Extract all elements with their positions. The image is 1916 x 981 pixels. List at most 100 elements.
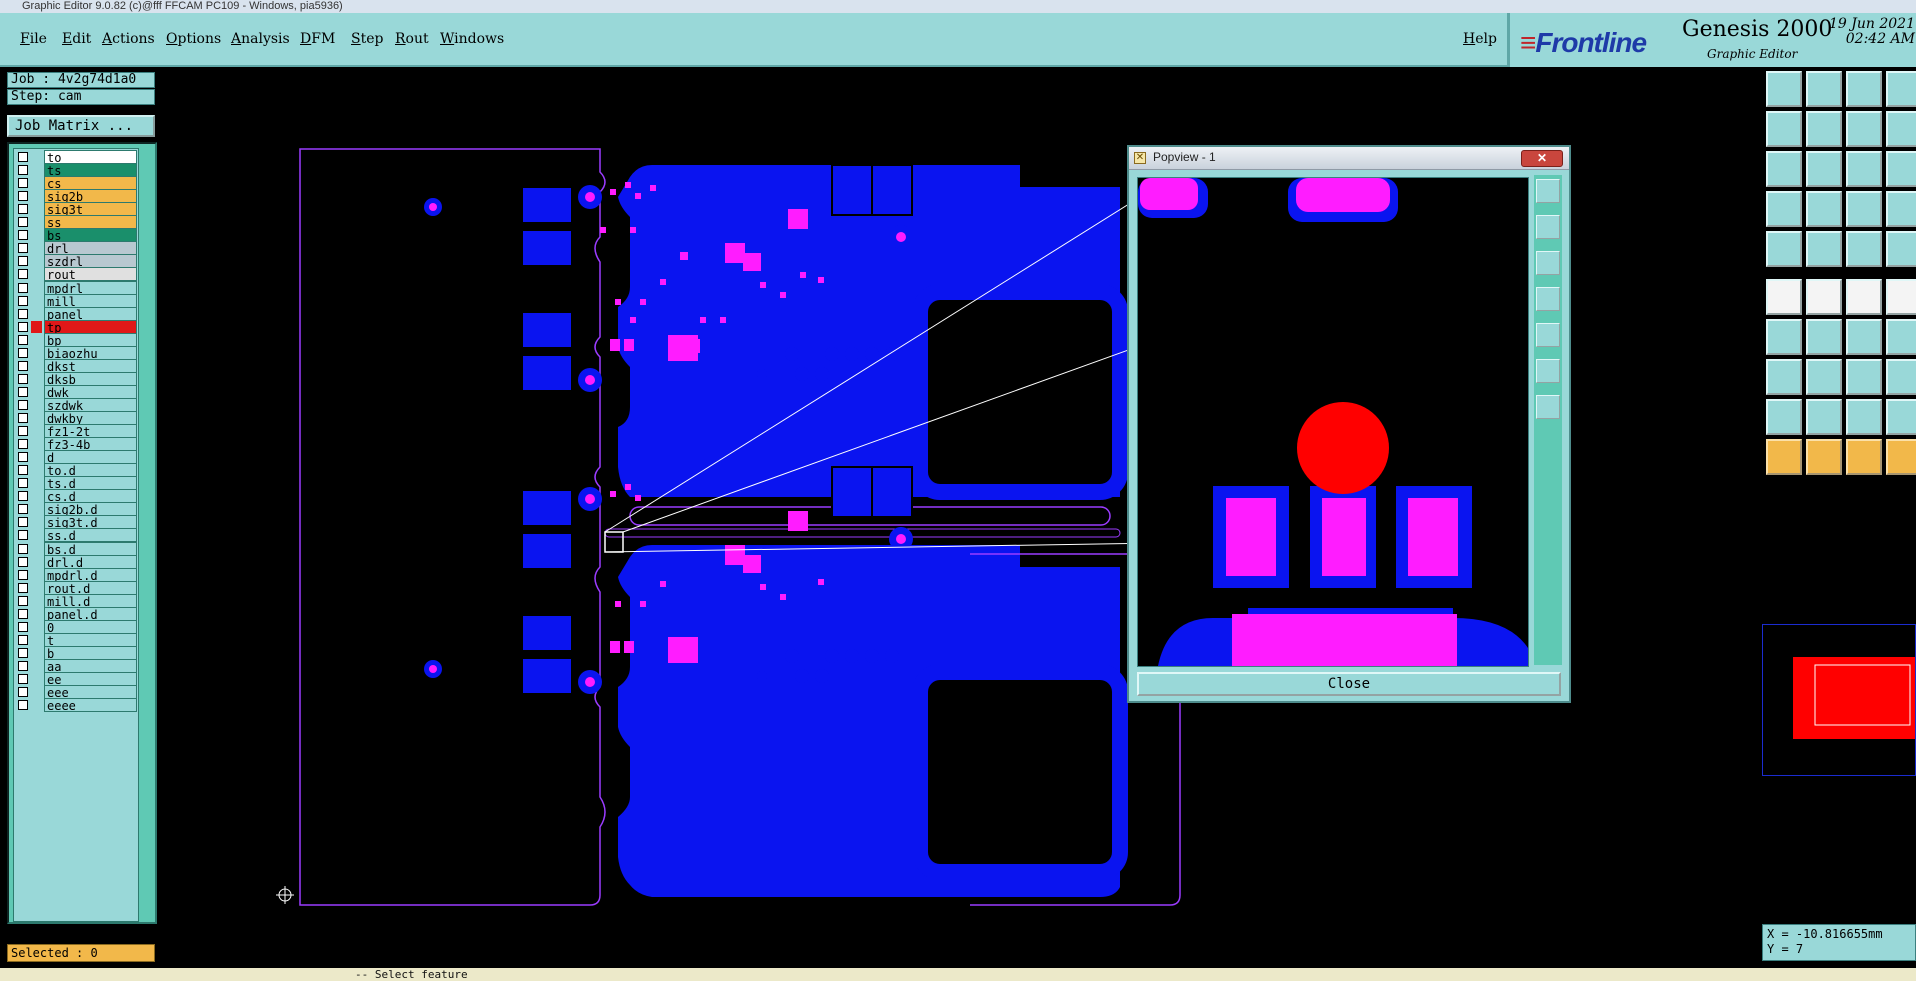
layer-checkbox[interactable] [18, 204, 28, 215]
layer-checkbox[interactable] [18, 152, 28, 162]
popview-close-button[interactable]: Close [1137, 672, 1561, 696]
draw-line-icon[interactable] [1806, 319, 1842, 355]
move-icon[interactable] [1766, 279, 1802, 315]
cut-icon[interactable] [1806, 231, 1842, 267]
menu-windows[interactable]: Windows [440, 31, 504, 47]
layer-checkbox[interactable] [18, 256, 28, 267]
layer-checkbox[interactable] [18, 556, 28, 567]
route-icon[interactable] [1886, 191, 1916, 227]
layer-checkbox[interactable] [18, 647, 28, 658]
layer-checkbox[interactable] [18, 426, 28, 437]
layer-row[interactable]: eeee [14, 697, 138, 713]
layer-checkbox[interactable] [18, 399, 28, 410]
pv-pan-right-icon[interactable] [1536, 323, 1560, 347]
menu-edit[interactable]: Edit [62, 31, 91, 47]
layer-checkbox[interactable] [18, 269, 28, 280]
layer-name[interactable]: eeee [44, 698, 137, 713]
layer-checkbox[interactable] [18, 178, 28, 189]
pv-center-icon[interactable] [1536, 359, 1560, 383]
layer-checkbox[interactable] [18, 569, 28, 580]
layer-checkbox[interactable] [18, 608, 28, 619]
menu-rout[interactable]: Rout [395, 31, 429, 47]
layer-checkbox[interactable] [18, 674, 28, 684]
triangle-icon[interactable] [1766, 399, 1802, 435]
layer-checkbox[interactable] [18, 347, 28, 358]
pv-home-icon[interactable] [1536, 395, 1560, 419]
menu-dfm[interactable]: DFM [300, 31, 335, 47]
pointer-4-icon[interactable] [1886, 439, 1916, 475]
text-icon[interactable] [1886, 319, 1916, 355]
layer-checkbox[interactable] [18, 687, 28, 698]
popview-titlebar[interactable]: ✕ Popview - 1 ✕ [1129, 147, 1569, 170]
pin-icon[interactable] [1806, 191, 1842, 227]
layer-checkbox[interactable] [18, 700, 28, 711]
pv-fit-icon[interactable] [1536, 179, 1560, 203]
pad-select-icon[interactable] [1766, 359, 1802, 395]
layer-checkbox[interactable] [18, 360, 28, 371]
align-icon[interactable] [1846, 231, 1882, 267]
layer-checkbox[interactable] [18, 295, 28, 306]
popview-window[interactable]: ✕ Popview - 1 ✕ Close [1127, 145, 1571, 703]
pointer-2-icon[interactable] [1806, 439, 1842, 475]
line-icon[interactable] [1846, 279, 1882, 315]
job-matrix-button[interactable]: Job Matrix ... [7, 115, 155, 137]
layer-checkbox[interactable] [18, 230, 28, 241]
layer-checkbox[interactable] [18, 504, 28, 515]
triangle-2-icon[interactable] [1806, 399, 1842, 435]
triangle-4-icon[interactable] [1886, 399, 1916, 435]
copy-icon[interactable] [1886, 359, 1916, 395]
pv-pan-left-icon[interactable] [1536, 287, 1560, 311]
menu-step[interactable]: Step [351, 31, 383, 47]
layer-checkbox[interactable] [18, 517, 28, 528]
window-icon[interactable] [1886, 71, 1916, 107]
layer-checkbox[interactable] [18, 413, 28, 423]
layer-checkbox[interactable] [18, 243, 28, 254]
popview-canvas[interactable] [1137, 177, 1529, 667]
pv-zoom-out-icon[interactable] [1536, 251, 1560, 275]
layer-checkbox[interactable] [18, 308, 28, 319]
menu-actions[interactable]: Actions [102, 31, 155, 47]
layer-checkbox[interactable] [18, 334, 28, 345]
layer-checkbox[interactable] [18, 373, 28, 384]
layer-checkbox[interactable] [18, 634, 28, 645]
help-icon[interactable] [1886, 111, 1916, 147]
home-icon[interactable] [1846, 71, 1882, 107]
layer-checkbox[interactable] [18, 582, 28, 593]
right-icon[interactable] [1806, 111, 1842, 147]
edit-line-icon[interactable] [1766, 319, 1802, 355]
menu-options[interactable]: Options [166, 31, 221, 47]
layer-checkbox[interactable] [18, 530, 28, 541]
one-to-one-icon[interactable] [1846, 111, 1882, 147]
wire-icon[interactable] [1806, 359, 1842, 395]
arc-icon[interactable] [1846, 319, 1882, 355]
layer-checkbox[interactable] [18, 465, 28, 476]
layer-checkbox[interactable] [18, 478, 28, 489]
open-icon[interactable] [1766, 71, 1802, 107]
select-pad-icon[interactable] [1766, 231, 1802, 267]
measure-icon[interactable] [1846, 359, 1882, 395]
fit-icon[interactable] [1766, 151, 1802, 187]
layer-checkbox[interactable] [18, 439, 28, 450]
query-icon[interactable] [1886, 151, 1916, 187]
left-icon[interactable] [1766, 111, 1802, 147]
triangle-3-icon[interactable] [1846, 399, 1882, 435]
close-icon[interactable]: ✕ [1521, 150, 1563, 167]
layer-checkbox[interactable] [18, 660, 28, 671]
pan-icon[interactable] [1806, 151, 1842, 187]
layers-icon[interactable] [1846, 191, 1882, 227]
layer-checkbox[interactable] [18, 621, 28, 632]
layer-checkbox[interactable] [18, 386, 28, 397]
circle-icon[interactable] [1886, 279, 1916, 315]
pointer-3-icon[interactable] [1846, 439, 1882, 475]
menu-help[interactable]: Help [1463, 31, 1497, 47]
delete-icon[interactable] [1806, 279, 1842, 315]
menu-file[interactable]: File [20, 31, 47, 47]
layer-checkbox[interactable] [18, 165, 28, 176]
layer-checkbox[interactable] [18, 595, 28, 606]
layer-list[interactable]: to ts cs sig2b sig3t ss bs drl szdrl rout mpdrl mil… [7, 142, 157, 924]
square-icon[interactable] [1886, 231, 1916, 267]
save-icon[interactable] [1806, 71, 1842, 107]
layer-checkbox[interactable] [18, 217, 28, 228]
layer-checkbox[interactable] [18, 282, 28, 293]
layer-checkbox[interactable] [18, 191, 28, 202]
